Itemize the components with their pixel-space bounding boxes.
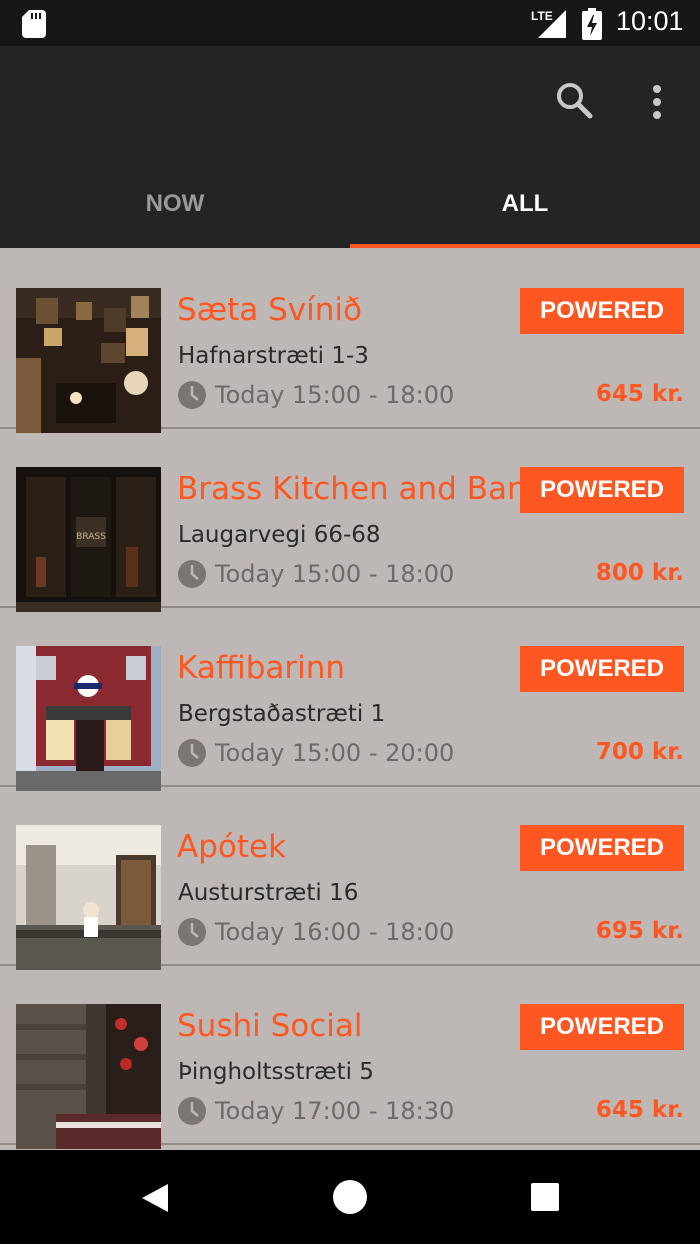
powered-badge: POWERED — [520, 646, 684, 692]
list-item[interactable]: Kaffibarinn Bergstaðastræti 1 Today 15:0… — [0, 608, 700, 791]
happy-hour-time: Today 16:00 - 18:00 — [215, 918, 455, 946]
clock-icon — [178, 739, 206, 767]
signal-icon — [538, 10, 566, 38]
venue-price: 695 kr. — [595, 918, 684, 944]
clock-icon — [178, 1097, 206, 1125]
home-icon[interactable] — [333, 1180, 367, 1214]
powered-badge: POWERED — [520, 825, 684, 871]
venue-price: 645 kr. — [595, 1097, 684, 1123]
list-item[interactable]: BRASS Brass Kitchen and Bar Laugarvegi 6… — [0, 429, 700, 612]
venue-price: 800 kr. — [595, 560, 684, 586]
tab-all[interactable]: ALL — [350, 160, 700, 248]
venue-list[interactable]: Sæta Svínið Hafnarstræti 1-3 Today 15:00… — [0, 250, 700, 1150]
happy-hour-time: Today 15:00 - 18:00 — [215, 381, 455, 409]
clock-icon — [178, 560, 206, 588]
powered-badge: POWERED — [520, 1004, 684, 1050]
battery-charging-icon — [582, 8, 602, 40]
back-icon[interactable] — [140, 1182, 170, 1214]
clock-icon — [178, 381, 206, 409]
clock-icon — [178, 918, 206, 946]
venue-address: Bergstaðastræti 1 — [178, 701, 386, 727]
search-icon[interactable] — [554, 80, 594, 120]
venue-thumbnail — [16, 1004, 161, 1149]
powered-badge: POWERED — [520, 467, 684, 513]
list-item[interactable]: Sæta Svínið Hafnarstræti 1-3 Today 15:00… — [0, 250, 700, 433]
active-tab-indicator — [350, 244, 700, 248]
status-clock: 10:01 — [616, 6, 684, 36]
recents-icon[interactable] — [531, 1183, 559, 1211]
happy-hour-time: Today 15:00 - 20:00 — [215, 739, 455, 767]
more-vert-icon[interactable] — [644, 80, 670, 124]
venue-price: 645 kr. — [595, 381, 684, 407]
venue-address: Þingholtsstræti 5 — [178, 1059, 374, 1085]
venue-name: Sushi Social — [177, 1008, 363, 1044]
list-item[interactable]: Apótek Austurstræti 16 Today 16:00 - 18:… — [0, 787, 700, 970]
venue-thumbnail: BRASS — [16, 467, 161, 612]
sd-card-icon — [22, 10, 46, 38]
venue-thumbnail — [16, 288, 161, 433]
tab-now[interactable]: NOW — [0, 160, 350, 248]
venue-price: 700 kr. — [595, 739, 684, 765]
svg-text:BRASS: BRASS — [76, 532, 106, 542]
venue-thumbnail — [16, 646, 161, 791]
venue-name: Sæta Svínið — [177, 292, 362, 328]
list-item[interactable]: Sushi Social Þingholtsstræti 5 Today 17:… — [0, 966, 700, 1149]
happy-hour-time: Today 15:00 - 18:00 — [215, 560, 455, 588]
venue-address: Hafnarstræti 1-3 — [178, 343, 369, 369]
venue-thumbnail — [16, 825, 161, 970]
happy-hour-time: Today 17:00 - 18:30 — [215, 1097, 455, 1125]
status-bar: LTE 10:01 — [0, 0, 700, 46]
venue-name: Apótek — [177, 829, 287, 865]
venue-name: Kaffibarinn — [177, 650, 346, 686]
powered-badge: POWERED — [520, 288, 684, 334]
venue-address: Austurstræti 16 — [178, 880, 359, 906]
venue-address: Laugarvegi 66-68 — [178, 522, 381, 548]
venue-name: Brass Kitchen and Bar — [177, 471, 520, 507]
